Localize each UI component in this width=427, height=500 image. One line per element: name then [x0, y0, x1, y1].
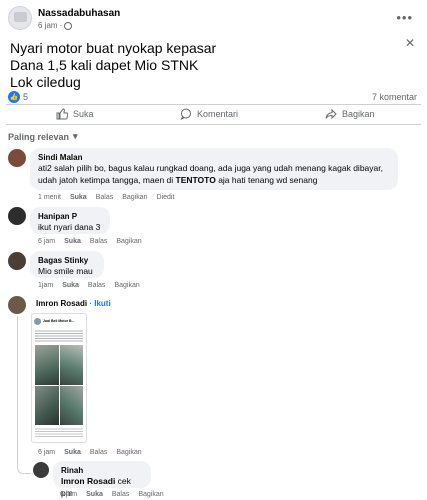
comment-edited-label: Diedit [156, 194, 175, 201]
comment-image-attachment[interactable]: Jual Beli Motor B... [31, 313, 87, 443]
share-button[interactable]: Bagikan [325, 108, 375, 120]
comment-like-button[interactable]: Suka [64, 238, 81, 245]
commenter-name[interactable]: Rinah [61, 466, 143, 475]
comment-icon [180, 108, 192, 120]
commenter-avatar[interactable] [8, 149, 26, 167]
attachment-footer-lines [35, 427, 83, 437]
thread-line [17, 316, 18, 466]
comment-share-button[interactable]: Bagikan [138, 491, 163, 498]
comment-time[interactable]: 6 jam [38, 238, 55, 245]
follow-link[interactable]: · Ikuti [89, 299, 110, 308]
post-text: Nyari motor buat nyokap kepasar Dana 1,5… [10, 40, 217, 90]
group-avatar [34, 317, 41, 325]
share-label: Bagikan [342, 109, 375, 119]
attachment-photos [35, 345, 83, 425]
globe-icon [64, 21, 73, 30]
comment-actions: 1 menit Suka Balas Bagikan Diedit [38, 194, 174, 201]
commenter-name-row: Imron Rosadi · Ikuti [36, 299, 111, 308]
comment-label: Komentari [197, 109, 239, 119]
commenter-name[interactable]: Sindi Malan [38, 153, 390, 162]
post-author-name[interactable]: Nassadabuhasan [38, 8, 120, 19]
commenter-avatar[interactable] [8, 207, 26, 225]
sort-label: Paling relevan [8, 131, 70, 142]
comment-count[interactable]: 7 komentar [372, 92, 417, 102]
divider [6, 124, 421, 125]
comment-time[interactable]: 1jam [38, 282, 53, 289]
sort-dropdown[interactable]: Paling relevan ▾ [8, 131, 78, 142]
attachment-title: Jual Beli Motor B... [43, 319, 75, 323]
like-reaction-icon: 👍 [8, 91, 20, 103]
comment-time[interactable]: 6 jam [60, 491, 77, 498]
comment-share-button[interactable]: Bagikan [116, 449, 141, 456]
comment-actions: 6 jam Suka Balas Bagikan [38, 238, 142, 245]
like-button[interactable]: Suka [56, 108, 94, 120]
reaction-count: 5 [23, 92, 29, 102]
comment-bubble: Hanipan P ikut nyari dana 3 [30, 207, 110, 234]
comment-time[interactable]: 1 menit [38, 194, 61, 201]
comment-share-button[interactable]: Bagikan [122, 194, 147, 201]
comment-text: ati2 salah pilih bo, bagus kalau rungkad… [38, 163, 383, 185]
close-icon[interactable]: ✕ [405, 36, 415, 50]
comment-actions: 1jam Suka Balas Bagikan [38, 282, 140, 289]
comment-reply-button[interactable]: Balas [90, 238, 108, 245]
commenter-name[interactable]: Bagas Stinky [38, 256, 96, 265]
comment-button[interactable]: Komentari [180, 108, 238, 120]
post-meta: 6 jam · [38, 21, 73, 30]
like-label: Suka [73, 109, 94, 119]
comment-reply-button[interactable]: Balas [96, 194, 114, 201]
more-icon[interactable]: ••• [396, 10, 413, 25]
comment-like-button[interactable]: Suka [62, 282, 79, 289]
commenter-name[interactable]: Imron Rosadi [36, 299, 87, 308]
commenter-avatar[interactable] [8, 296, 26, 314]
comment-time[interactable]: 6 jam [38, 449, 55, 456]
comment-like-button[interactable]: Suka [64, 449, 81, 456]
comment-bubble: Rinah Imron Rosadi cek pm [53, 461, 151, 498]
comment-actions: 6 jam Suka Balas Bagikan [60, 491, 164, 498]
commenter-avatar[interactable] [33, 462, 49, 478]
commenter-avatar[interactable] [8, 252, 26, 270]
comment-bubble: Bagas Stinky Mio smile mau [30, 251, 104, 278]
comment-bubble: Sindi Malan ati2 salah pilih bo, bagus k… [30, 148, 398, 190]
reactions-summary[interactable]: 👍 5 [8, 91, 28, 103]
comment-actions: 6 jam Suka Balas Bagikan [38, 449, 142, 456]
comment-text: Mio smile mau [38, 266, 93, 276]
comment-text: ikut nyari dana 3 [38, 222, 101, 232]
comment-share-button[interactable]: Bagikan [114, 282, 139, 289]
share-icon [325, 108, 337, 120]
comment-like-button[interactable]: Suka [70, 194, 87, 201]
commenter-name[interactable]: Hanipan P [38, 212, 102, 221]
reply-connector [17, 466, 31, 474]
post-time[interactable]: 6 jam [38, 21, 58, 30]
comment-reply-button[interactable]: Balas [88, 282, 106, 289]
attachment-text-lines [35, 329, 83, 343]
comment-reply-button[interactable]: Balas [112, 491, 130, 498]
comment-reply-button[interactable]: Balas [90, 449, 108, 456]
thumbs-up-icon [56, 108, 68, 120]
comment-share-button[interactable]: Bagikan [116, 238, 141, 245]
chevron-down-icon: ▾ [73, 131, 78, 141]
divider [6, 104, 421, 105]
comment-like-button[interactable]: Suka [86, 491, 103, 498]
post-author-avatar[interactable] [8, 6, 32, 30]
tagged-user[interactable]: Imron Rosadi [61, 476, 115, 486]
